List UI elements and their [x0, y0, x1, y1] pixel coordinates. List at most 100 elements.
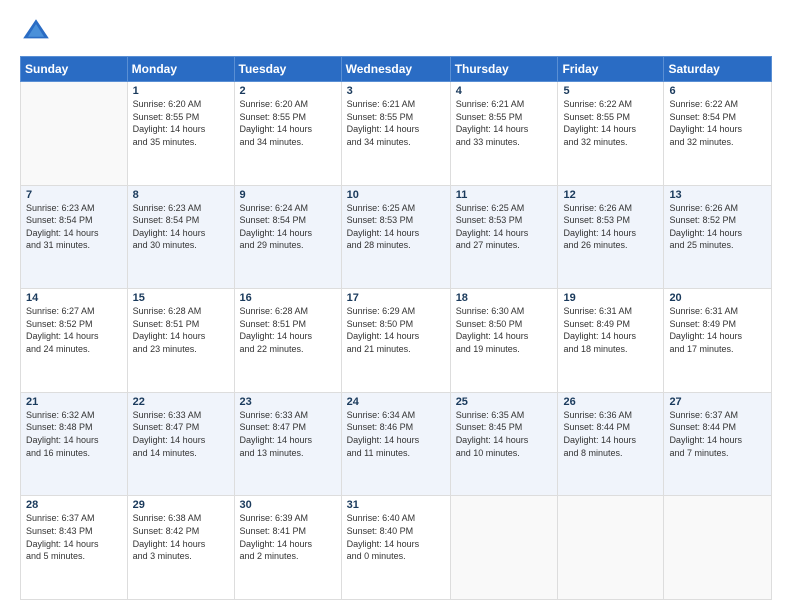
calendar-cell: 6Sunrise: 6:22 AM Sunset: 8:54 PM Daylig…	[664, 82, 772, 186]
day-number: 15	[133, 292, 229, 304]
day-info: Sunrise: 6:24 AM Sunset: 8:54 PM Dayligh…	[240, 202, 336, 252]
calendar-cell: 27Sunrise: 6:37 AM Sunset: 8:44 PM Dayli…	[664, 392, 772, 496]
day-info: Sunrise: 6:20 AM Sunset: 8:55 PM Dayligh…	[133, 98, 229, 148]
day-of-week-header: Monday	[127, 57, 234, 82]
day-info: Sunrise: 6:33 AM Sunset: 8:47 PM Dayligh…	[240, 409, 336, 459]
day-number: 9	[240, 189, 336, 201]
day-info: Sunrise: 6:37 AM Sunset: 8:43 PM Dayligh…	[26, 512, 122, 562]
day-info: Sunrise: 6:21 AM Sunset: 8:55 PM Dayligh…	[347, 98, 445, 148]
calendar-cell: 30Sunrise: 6:39 AM Sunset: 8:41 PM Dayli…	[234, 496, 341, 600]
calendar-cell: 13Sunrise: 6:26 AM Sunset: 8:52 PM Dayli…	[664, 185, 772, 289]
calendar-cell: 20Sunrise: 6:31 AM Sunset: 8:49 PM Dayli…	[664, 289, 772, 393]
calendar-cell: 24Sunrise: 6:34 AM Sunset: 8:46 PM Dayli…	[341, 392, 450, 496]
calendar-cell: 11Sunrise: 6:25 AM Sunset: 8:53 PM Dayli…	[450, 185, 558, 289]
day-info: Sunrise: 6:40 AM Sunset: 8:40 PM Dayligh…	[347, 512, 445, 562]
calendar-cell: 23Sunrise: 6:33 AM Sunset: 8:47 PM Dayli…	[234, 392, 341, 496]
calendar-week-row: 14Sunrise: 6:27 AM Sunset: 8:52 PM Dayli…	[21, 289, 772, 393]
day-info: Sunrise: 6:35 AM Sunset: 8:45 PM Dayligh…	[456, 409, 553, 459]
day-info: Sunrise: 6:28 AM Sunset: 8:51 PM Dayligh…	[240, 305, 336, 355]
calendar-cell: 3Sunrise: 6:21 AM Sunset: 8:55 PM Daylig…	[341, 82, 450, 186]
day-number: 12	[563, 189, 658, 201]
day-info: Sunrise: 6:21 AM Sunset: 8:55 PM Dayligh…	[456, 98, 553, 148]
day-number: 14	[26, 292, 122, 304]
calendar-table: SundayMondayTuesdayWednesdayThursdayFrid…	[20, 56, 772, 600]
day-of-week-header: Friday	[558, 57, 664, 82]
calendar-cell: 9Sunrise: 6:24 AM Sunset: 8:54 PM Daylig…	[234, 185, 341, 289]
calendar-cell: 16Sunrise: 6:28 AM Sunset: 8:51 PM Dayli…	[234, 289, 341, 393]
day-of-week-header: Saturday	[664, 57, 772, 82]
calendar-cell	[21, 82, 128, 186]
day-info: Sunrise: 6:25 AM Sunset: 8:53 PM Dayligh…	[347, 202, 445, 252]
day-info: Sunrise: 6:25 AM Sunset: 8:53 PM Dayligh…	[456, 202, 553, 252]
day-number: 11	[456, 189, 553, 201]
calendar-week-row: 1Sunrise: 6:20 AM Sunset: 8:55 PM Daylig…	[21, 82, 772, 186]
day-number: 6	[669, 85, 766, 97]
day-number: 8	[133, 189, 229, 201]
day-number: 28	[26, 499, 122, 511]
day-info: Sunrise: 6:22 AM Sunset: 8:54 PM Dayligh…	[669, 98, 766, 148]
day-info: Sunrise: 6:38 AM Sunset: 8:42 PM Dayligh…	[133, 512, 229, 562]
day-number: 1	[133, 85, 229, 97]
day-number: 30	[240, 499, 336, 511]
calendar-cell: 21Sunrise: 6:32 AM Sunset: 8:48 PM Dayli…	[21, 392, 128, 496]
calendar-cell: 18Sunrise: 6:30 AM Sunset: 8:50 PM Dayli…	[450, 289, 558, 393]
day-number: 4	[456, 85, 553, 97]
calendar-cell: 10Sunrise: 6:25 AM Sunset: 8:53 PM Dayli…	[341, 185, 450, 289]
day-info: Sunrise: 6:26 AM Sunset: 8:53 PM Dayligh…	[563, 202, 658, 252]
day-number: 27	[669, 396, 766, 408]
day-number: 25	[456, 396, 553, 408]
calendar-cell	[450, 496, 558, 600]
calendar-cell: 19Sunrise: 6:31 AM Sunset: 8:49 PM Dayli…	[558, 289, 664, 393]
calendar-cell: 5Sunrise: 6:22 AM Sunset: 8:55 PM Daylig…	[558, 82, 664, 186]
day-number: 2	[240, 85, 336, 97]
logo-icon	[20, 16, 52, 48]
day-info: Sunrise: 6:20 AM Sunset: 8:55 PM Dayligh…	[240, 98, 336, 148]
header	[20, 16, 772, 48]
day-number: 3	[347, 85, 445, 97]
calendar-cell	[664, 496, 772, 600]
calendar-cell: 1Sunrise: 6:20 AM Sunset: 8:55 PM Daylig…	[127, 82, 234, 186]
calendar-cell: 14Sunrise: 6:27 AM Sunset: 8:52 PM Dayli…	[21, 289, 128, 393]
calendar-cell: 22Sunrise: 6:33 AM Sunset: 8:47 PM Dayli…	[127, 392, 234, 496]
calendar-cell: 2Sunrise: 6:20 AM Sunset: 8:55 PM Daylig…	[234, 82, 341, 186]
day-number: 24	[347, 396, 445, 408]
day-number: 13	[669, 189, 766, 201]
calendar-week-row: 7Sunrise: 6:23 AM Sunset: 8:54 PM Daylig…	[21, 185, 772, 289]
day-number: 18	[456, 292, 553, 304]
day-number: 10	[347, 189, 445, 201]
day-number: 19	[563, 292, 658, 304]
day-of-week-header: Tuesday	[234, 57, 341, 82]
calendar-cell: 25Sunrise: 6:35 AM Sunset: 8:45 PM Dayli…	[450, 392, 558, 496]
calendar-cell: 8Sunrise: 6:23 AM Sunset: 8:54 PM Daylig…	[127, 185, 234, 289]
day-info: Sunrise: 6:28 AM Sunset: 8:51 PM Dayligh…	[133, 305, 229, 355]
logo	[20, 16, 56, 48]
page: SundayMondayTuesdayWednesdayThursdayFrid…	[0, 0, 792, 612]
calendar-cell: 12Sunrise: 6:26 AM Sunset: 8:53 PM Dayli…	[558, 185, 664, 289]
day-info: Sunrise: 6:39 AM Sunset: 8:41 PM Dayligh…	[240, 512, 336, 562]
day-number: 31	[347, 499, 445, 511]
calendar-cell: 26Sunrise: 6:36 AM Sunset: 8:44 PM Dayli…	[558, 392, 664, 496]
calendar-cell: 28Sunrise: 6:37 AM Sunset: 8:43 PM Dayli…	[21, 496, 128, 600]
day-info: Sunrise: 6:34 AM Sunset: 8:46 PM Dayligh…	[347, 409, 445, 459]
calendar-cell: 7Sunrise: 6:23 AM Sunset: 8:54 PM Daylig…	[21, 185, 128, 289]
calendar-cell	[558, 496, 664, 600]
day-of-week-header: Thursday	[450, 57, 558, 82]
calendar-cell: 17Sunrise: 6:29 AM Sunset: 8:50 PM Dayli…	[341, 289, 450, 393]
day-info: Sunrise: 6:22 AM Sunset: 8:55 PM Dayligh…	[563, 98, 658, 148]
day-info: Sunrise: 6:23 AM Sunset: 8:54 PM Dayligh…	[133, 202, 229, 252]
day-info: Sunrise: 6:30 AM Sunset: 8:50 PM Dayligh…	[456, 305, 553, 355]
day-info: Sunrise: 6:31 AM Sunset: 8:49 PM Dayligh…	[669, 305, 766, 355]
day-info: Sunrise: 6:33 AM Sunset: 8:47 PM Dayligh…	[133, 409, 229, 459]
day-info: Sunrise: 6:27 AM Sunset: 8:52 PM Dayligh…	[26, 305, 122, 355]
day-info: Sunrise: 6:31 AM Sunset: 8:49 PM Dayligh…	[563, 305, 658, 355]
day-number: 23	[240, 396, 336, 408]
calendar-week-row: 28Sunrise: 6:37 AM Sunset: 8:43 PM Dayli…	[21, 496, 772, 600]
day-info: Sunrise: 6:36 AM Sunset: 8:44 PM Dayligh…	[563, 409, 658, 459]
day-number: 26	[563, 396, 658, 408]
day-number: 29	[133, 499, 229, 511]
calendar-cell: 4Sunrise: 6:21 AM Sunset: 8:55 PM Daylig…	[450, 82, 558, 186]
calendar-cell: 29Sunrise: 6:38 AM Sunset: 8:42 PM Dayli…	[127, 496, 234, 600]
day-number: 22	[133, 396, 229, 408]
day-number: 20	[669, 292, 766, 304]
calendar-cell: 15Sunrise: 6:28 AM Sunset: 8:51 PM Dayli…	[127, 289, 234, 393]
